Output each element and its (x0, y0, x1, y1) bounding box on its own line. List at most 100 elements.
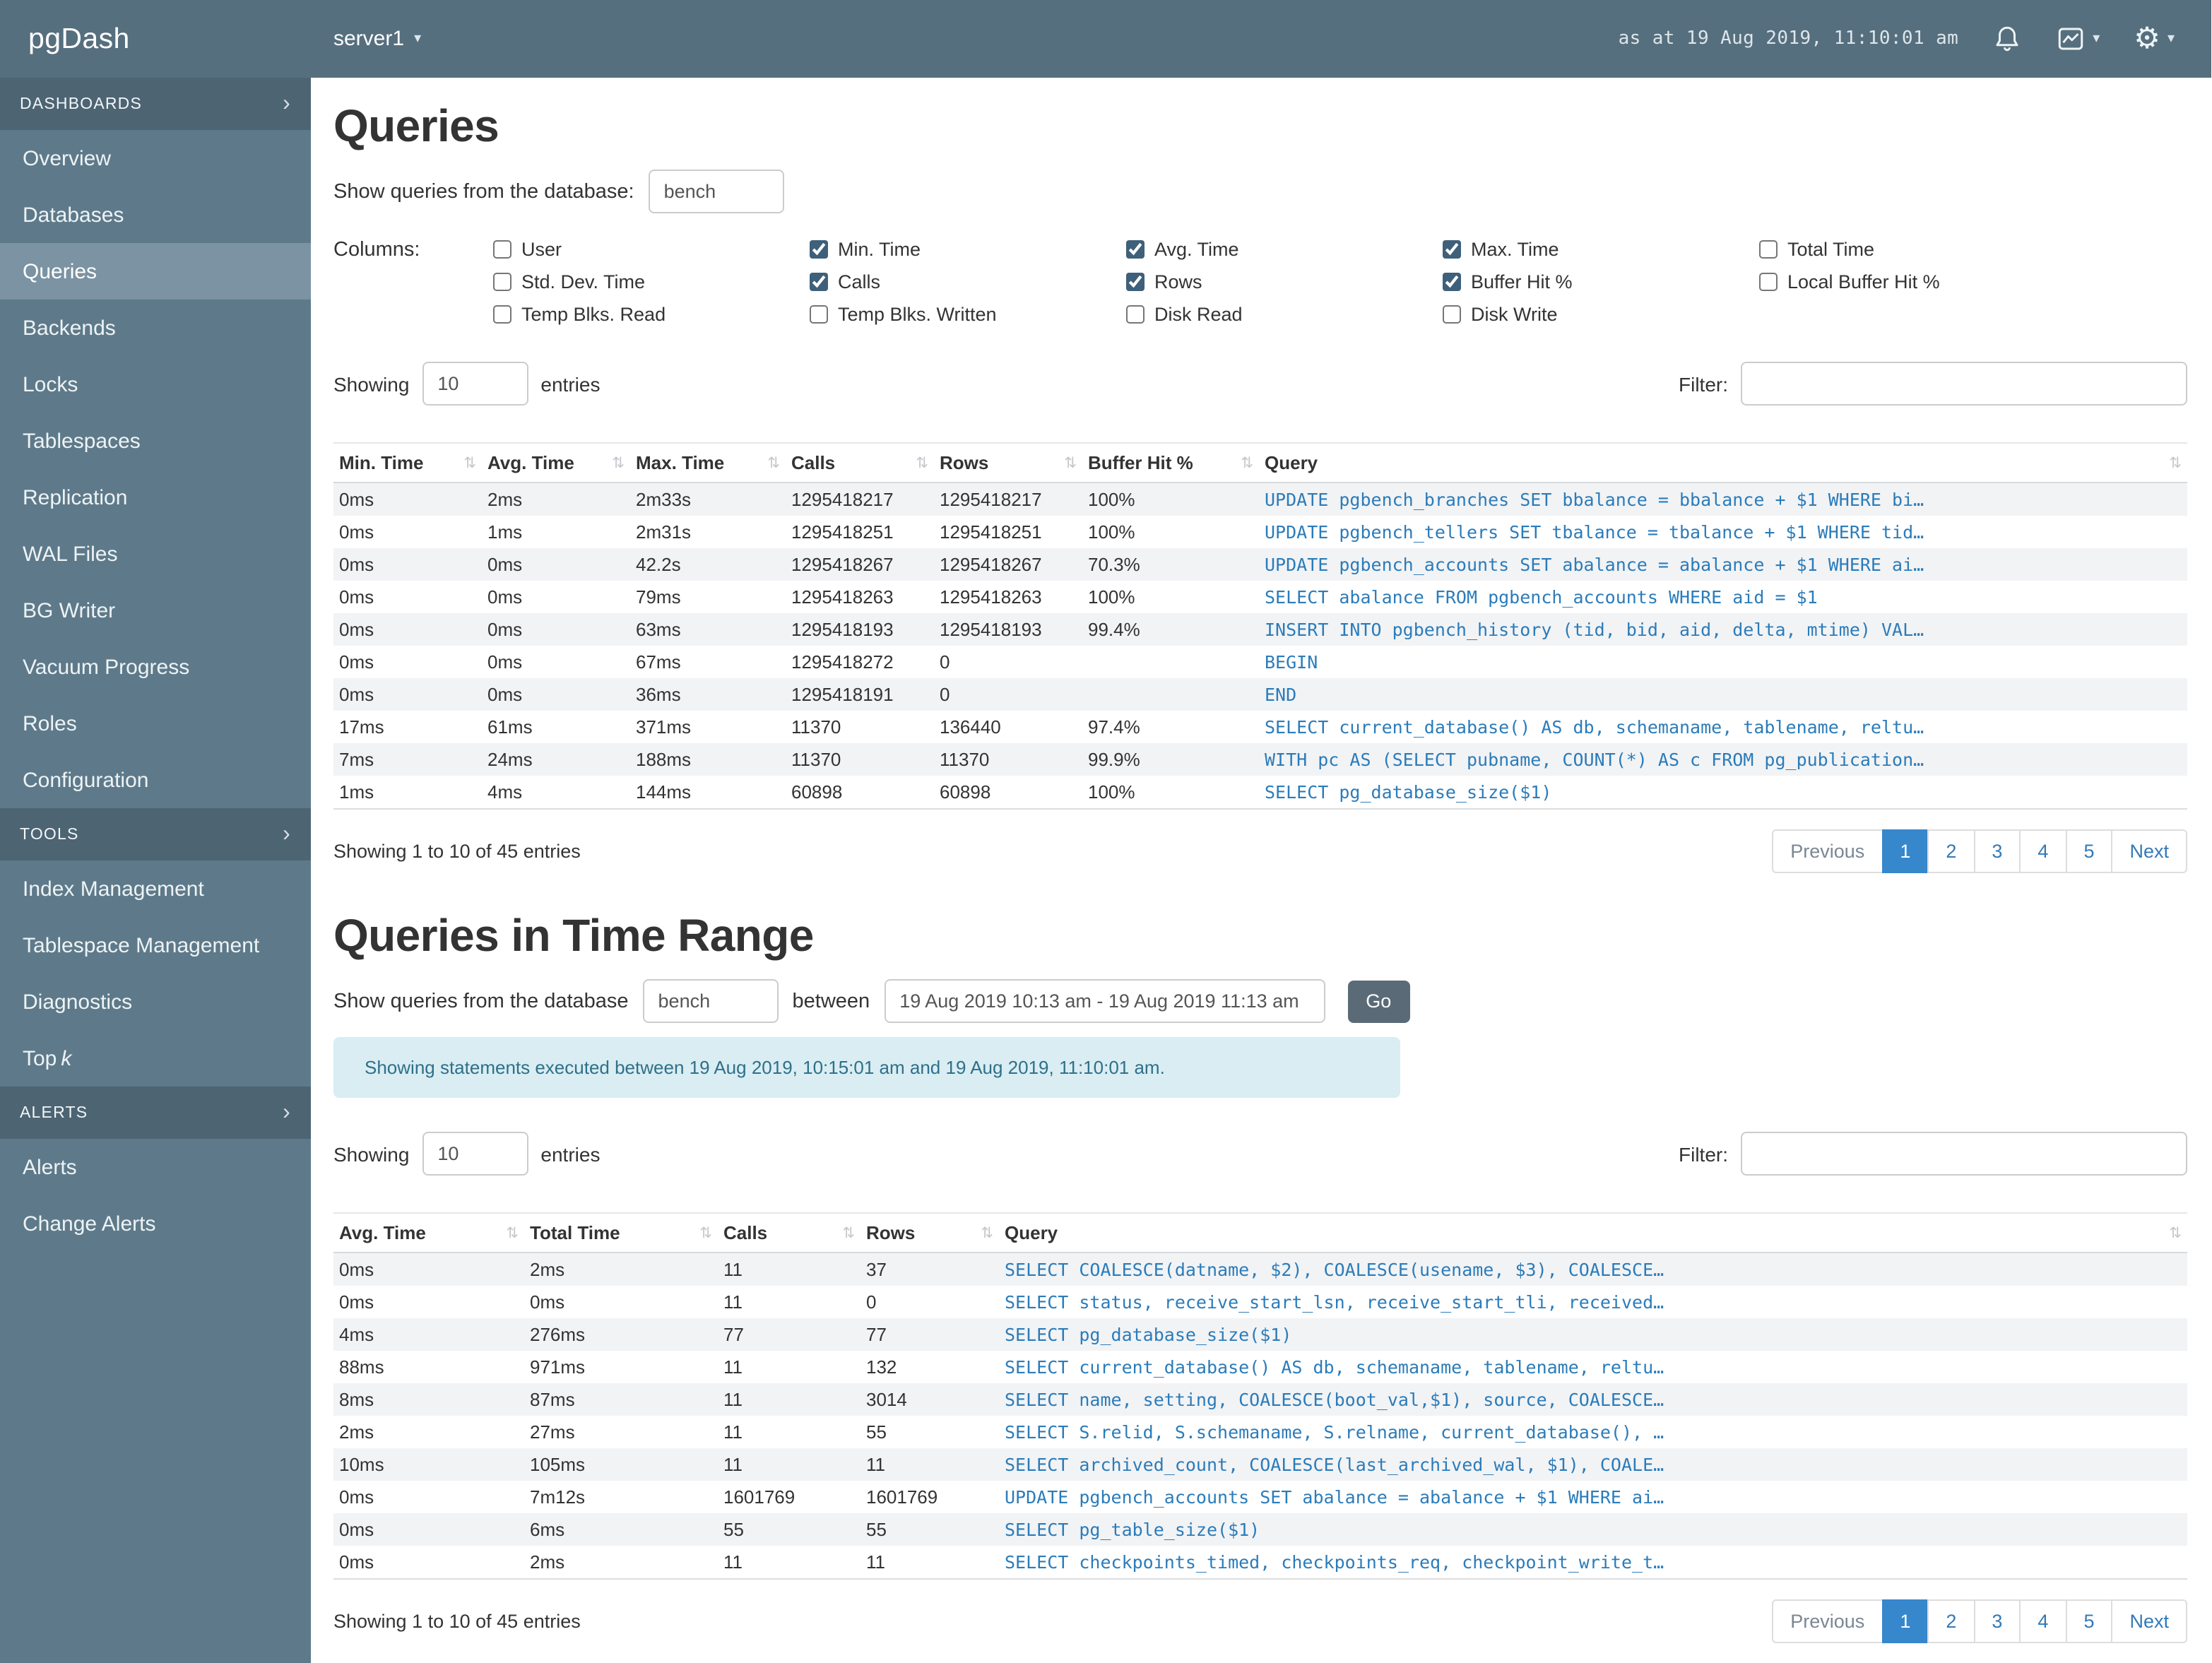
query-link[interactable]: UPDATE pgbench_tellers SET tbalance = tb… (1259, 516, 2187, 548)
sidebar-item-queries[interactable]: Queries (0, 243, 311, 300)
pagination-previous[interactable]: Previous (1772, 1599, 1883, 1643)
column-toggle-checkbox[interactable] (1443, 273, 1461, 291)
column-toggle-checkbox[interactable] (810, 273, 828, 291)
column-toggle-checkbox[interactable] (1443, 305, 1461, 324)
sidebar-item-alerts[interactable]: Alerts (0, 1139, 311, 1195)
sidebar-item-locks[interactable]: Locks (0, 356, 311, 413)
column-toggle-temp-blks-read[interactable]: Temp Blks. Read (493, 301, 810, 328)
charts-menu-button[interactable]: ▾ (2056, 24, 2100, 54)
column-toggle-checkbox[interactable] (1126, 305, 1145, 324)
query-link[interactable]: SELECT pg_table_size($1) (999, 1513, 2187, 1546)
column-toggle-user[interactable]: User (493, 236, 810, 263)
pagination-page-5[interactable]: 5 (2065, 1599, 2113, 1643)
app-logo[interactable]: pgDash (0, 22, 311, 56)
column-toggle-calls[interactable]: Calls (810, 268, 1126, 295)
database-input[interactable] (642, 979, 779, 1023)
pagination-page-3[interactable]: 3 (1973, 829, 2021, 873)
query-link[interactable]: SELECT status, receive_start_lsn, receiv… (999, 1286, 2187, 1318)
query-link[interactable]: SELECT checkpoints_timed, checkpoints_re… (999, 1546, 2187, 1580)
sidebar-item-backends[interactable]: Backends (0, 300, 311, 356)
column-toggle-checkbox[interactable] (493, 273, 511, 291)
query-link[interactable]: UPDATE pgbench_branches SET bbalance = b… (1259, 483, 2187, 516)
time-range-input[interactable] (884, 979, 1325, 1023)
query-link[interactable]: SELECT current_database() AS db, scheman… (1259, 711, 2187, 743)
database-input[interactable] (648, 170, 784, 213)
column-toggle-disk-write[interactable]: Disk Write (1443, 301, 1759, 328)
query-link[interactable]: INSERT INTO pgbench_history (tid, bid, a… (1259, 613, 2187, 646)
sidebar-item-replication[interactable]: Replication (0, 469, 311, 526)
sidebar-section-dashboards[interactable]: DASHBOARDS › (0, 78, 311, 130)
sidebar-item-tablespace-management[interactable]: Tablespace Management (0, 917, 311, 973)
query-link[interactable]: END (1259, 678, 2187, 711)
sidebar-item-index-management[interactable]: Index Management (0, 860, 311, 917)
column-toggle-local-buffer-hit[interactable]: Local Buffer Hit % (1759, 268, 2076, 295)
column-toggle-total-time[interactable]: Total Time (1759, 236, 2076, 263)
query-link[interactable]: SELECT archived_count, COALESCE(last_arc… (999, 1448, 2187, 1481)
entries-count-input[interactable] (422, 1132, 528, 1176)
settings-menu-button[interactable]: ⚙ ▾ (2134, 24, 2175, 54)
column-toggle-rows[interactable]: Rows (1126, 268, 1443, 295)
column-header-calls[interactable]: Calls ⇅ (718, 1212, 860, 1253)
column-toggle-checkbox[interactable] (810, 305, 828, 324)
sidebar-item-change-alerts[interactable]: Change Alerts (0, 1195, 311, 1252)
pagination-page-1[interactable]: 1 (1881, 1599, 1929, 1643)
pagination-previous[interactable]: Previous (1772, 829, 1883, 873)
column-toggle-min-time[interactable]: Min. Time (810, 236, 1126, 263)
query-link[interactable]: SELECT pg_database_size($1) (1259, 776, 2187, 810)
column-toggle-avg-time[interactable]: Avg. Time (1126, 236, 1443, 263)
query-link[interactable]: SELECT COALESCE(datname, $2), COALESCE(u… (999, 1253, 2187, 1286)
sidebar-item-configuration[interactable]: Configuration (0, 752, 311, 808)
sidebar-section-alerts[interactable]: ALERTS › (0, 1087, 311, 1139)
pagination-page-4[interactable]: 4 (2019, 829, 2067, 873)
column-header-max-time[interactable]: Max. Time ⇅ (630, 442, 786, 483)
sidebar-item-roles[interactable]: Roles (0, 695, 311, 752)
column-toggle-checkbox[interactable] (493, 305, 511, 324)
column-header-min-time[interactable]: Min. Time ⇅ (333, 442, 482, 483)
sidebar-section-tools[interactable]: TOOLS › (0, 808, 311, 860)
sidebar-item-wal-files[interactable]: WAL Files (0, 526, 311, 582)
pagination-page-5[interactable]: 5 (2065, 829, 2113, 873)
query-link[interactable]: BEGIN (1259, 646, 2187, 678)
sidebar-item-overview[interactable]: Overview (0, 130, 311, 187)
notifications-button[interactable] (1992, 24, 2022, 54)
pagination-page-3[interactable]: 3 (1973, 1599, 2021, 1643)
pagination-page-1[interactable]: 1 (1881, 829, 1929, 873)
sidebar-item-databases[interactable]: Databases (0, 187, 311, 243)
query-link[interactable]: UPDATE pgbench_accounts SET abalance = a… (999, 1481, 2187, 1513)
server-selector[interactable]: server1 ▾ (311, 27, 421, 51)
column-toggle-max-time[interactable]: Max. Time (1443, 236, 1759, 263)
filter-input[interactable] (1741, 362, 2187, 406)
sidebar-item-bg-writer[interactable]: BG Writer (0, 582, 311, 639)
column-header-avg-time[interactable]: Avg. Time ⇅ (482, 442, 630, 483)
column-toggle-checkbox[interactable] (1759, 273, 1778, 291)
query-link[interactable]: UPDATE pgbench_accounts SET abalance = a… (1259, 548, 2187, 581)
query-link[interactable]: SELECT pg_database_size($1) (999, 1318, 2187, 1351)
column-header-avg-time[interactable]: Avg. Time ⇅ (333, 1212, 524, 1253)
filter-input[interactable] (1741, 1132, 2187, 1176)
column-toggle-checkbox[interactable] (1443, 240, 1461, 259)
pagination-page-2[interactable]: 2 (1927, 1599, 1975, 1643)
column-header-buffer-hit[interactable]: Buffer Hit % ⇅ (1082, 442, 1259, 483)
sidebar-item-diagnostics[interactable]: Diagnostics (0, 973, 311, 1030)
column-toggle-temp-blks-written[interactable]: Temp Blks. Written (810, 301, 1126, 328)
query-link[interactable]: WITH pc AS (SELECT pubname, COUNT(*) AS … (1259, 743, 2187, 776)
sidebar-item-vacuum-progress[interactable]: Vacuum Progress (0, 639, 311, 695)
query-link[interactable]: SELECT abalance FROM pgbench_accounts WH… (1259, 581, 2187, 613)
column-toggle-checkbox[interactable] (493, 240, 511, 259)
column-header-rows[interactable]: Rows ⇅ (934, 442, 1082, 483)
sidebar-item-tablespaces[interactable]: Tablespaces (0, 413, 311, 469)
go-button[interactable]: Go (1347, 980, 1410, 1022)
column-header-rows[interactable]: Rows ⇅ (860, 1212, 999, 1253)
column-toggle-checkbox[interactable] (1126, 273, 1145, 291)
query-link[interactable]: SELECT name, setting, COALESCE(boot_val,… (999, 1383, 2187, 1416)
column-toggle-buffer-hit[interactable]: Buffer Hit % (1443, 268, 1759, 295)
column-header-query[interactable]: Query ⇅ (999, 1212, 2187, 1253)
column-toggle-checkbox[interactable] (1759, 240, 1778, 259)
pagination-page-4[interactable]: 4 (2019, 1599, 2067, 1643)
column-toggle-checkbox[interactable] (810, 240, 828, 259)
column-header-calls[interactable]: Calls ⇅ (786, 442, 934, 483)
column-toggle-disk-read[interactable]: Disk Read (1126, 301, 1443, 328)
column-toggle-checkbox[interactable] (1126, 240, 1145, 259)
column-header-query[interactable]: Query ⇅ (1259, 442, 2187, 483)
query-link[interactable]: SELECT S.relid, S.schemaname, S.relname,… (999, 1416, 2187, 1448)
